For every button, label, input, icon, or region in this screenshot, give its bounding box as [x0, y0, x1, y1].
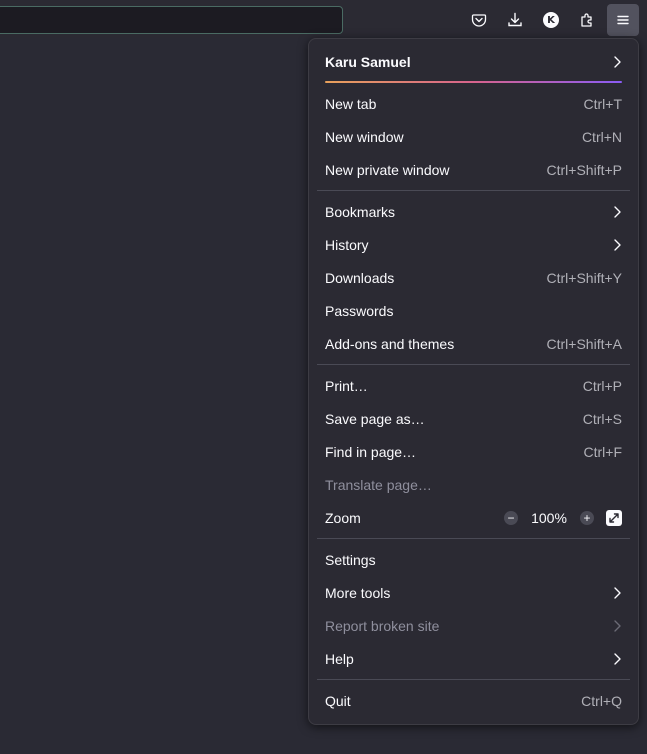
app-menu-button[interactable]: [607, 4, 639, 36]
fullscreen-icon: [609, 512, 619, 523]
chevron-right-icon: [614, 586, 621, 599]
pocket-button[interactable]: [463, 4, 495, 36]
menu-item-report-broken-site: Report broken site: [317, 609, 630, 642]
zoom-label: Zoom: [325, 509, 361, 526]
hamburger-menu-icon: [617, 15, 629, 25]
menu-item-settings[interactable]: Settings: [317, 543, 630, 576]
chevron-right-icon: [614, 619, 621, 632]
menu-item-find-in-page[interactable]: Find in page… Ctrl+F: [317, 435, 630, 468]
app-menu: Karu Samuel New tab Ctrl+T New window Ct…: [308, 38, 639, 725]
menu-item-save-page[interactable]: Save page as… Ctrl+S: [317, 402, 630, 435]
account-item[interactable]: Karu Samuel: [317, 43, 630, 81]
zoom-controls: − 100% +: [504, 509, 622, 526]
menu-item-more-tools[interactable]: More tools: [317, 576, 630, 609]
menu-separator: [317, 679, 630, 680]
menu-item-help[interactable]: Help: [317, 642, 630, 675]
chevron-right-icon: [614, 238, 621, 251]
account-name: Karu Samuel: [325, 54, 411, 70]
zoom-level[interactable]: 100%: [518, 510, 580, 526]
menu-item-zoom: Zoom − 100% +: [317, 501, 630, 534]
chevron-right-icon: [614, 56, 621, 68]
menu-item-downloads[interactable]: Downloads Ctrl+Shift+Y: [317, 261, 630, 294]
menu-item-history[interactable]: History: [317, 228, 630, 261]
navigation-toolbar: K: [0, 0, 647, 38]
account-separator: [325, 81, 622, 83]
chevron-right-icon: [614, 652, 621, 665]
menu-item-passwords[interactable]: Passwords: [317, 294, 630, 327]
account-button[interactable]: K: [535, 4, 567, 36]
menu-separator: [317, 538, 630, 539]
fullscreen-button[interactable]: [606, 509, 622, 526]
account-avatar-icon: K: [543, 12, 559, 28]
menu-item-print[interactable]: Print… Ctrl+P: [317, 369, 630, 402]
downloads-button[interactable]: [499, 4, 531, 36]
chevron-right-icon: [614, 205, 621, 218]
menu-item-bookmarks[interactable]: Bookmarks: [317, 195, 630, 228]
menu-item-new-window[interactable]: New window Ctrl+N: [317, 120, 630, 153]
menu-item-new-tab[interactable]: New tab Ctrl+T: [317, 87, 630, 120]
menu-item-new-private-window[interactable]: New private window Ctrl+Shift+P: [317, 153, 630, 186]
menu-item-translate-page: Translate page…: [325, 476, 432, 493]
pocket-icon: [471, 14, 487, 27]
menu-item-addons-themes[interactable]: Add-ons and themes Ctrl+Shift+A: [317, 327, 630, 360]
menu-item-quit[interactable]: Quit Ctrl+Q: [317, 684, 630, 717]
url-bar[interactable]: [0, 6, 343, 34]
zoom-out-button[interactable]: −: [504, 510, 518, 525]
download-icon: [508, 12, 522, 27]
menu-separator: [317, 364, 630, 365]
extensions-icon: [581, 13, 592, 27]
zoom-in-button[interactable]: +: [580, 510, 594, 525]
extensions-button[interactable]: [571, 4, 603, 36]
menu-separator: [317, 190, 630, 191]
